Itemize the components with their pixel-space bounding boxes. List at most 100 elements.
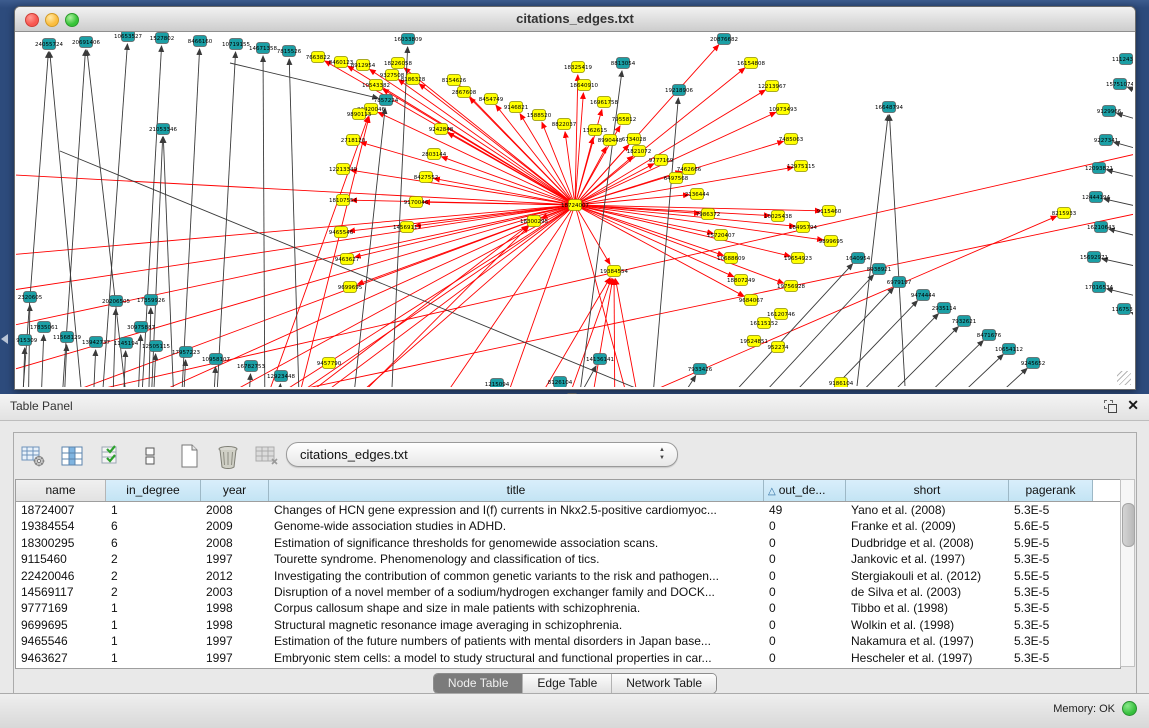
- network-canvas[interactable]: 1872400776638228460123891295418226058932…: [16, 32, 1133, 387]
- table-panel-header: Table Panel ✕: [0, 394, 1149, 421]
- graph-node-label: 8912954: [351, 63, 376, 69]
- graph-node-label: 10653527: [114, 34, 142, 40]
- graph-node-label: 1167533: [1112, 307, 1133, 313]
- table-cell: 5.6E-5: [1009, 518, 1093, 534]
- node-table: namein_degreeyeartitle△out_de...shortpag…: [15, 479, 1121, 669]
- graph-node-label: 8466160: [188, 39, 213, 45]
- table-row[interactable]: 2242004622012Investigating the contribut…: [16, 568, 1120, 584]
- tab-network-table[interactable]: Network Table: [611, 674, 716, 693]
- float-panel-icon[interactable]: [1104, 400, 1117, 413]
- table-row[interactable]: 911546021997Tourette syndrome. Phenomeno…: [16, 551, 1120, 567]
- graph-node-label: 21053346: [149, 127, 177, 133]
- table-cell: 0: [764, 518, 846, 534]
- scrollbar-thumb[interactable]: [1122, 503, 1135, 547]
- table-cell: 2: [106, 551, 201, 567]
- table-cell: 1998: [201, 600, 269, 616]
- graph-node-label: 2718120: [341, 138, 366, 144]
- graph-edge: [575, 112, 776, 205]
- tab-edge-table[interactable]: Edge Table: [522, 674, 611, 693]
- table-cell: 0: [764, 568, 846, 584]
- graph-node-label: 15751074: [1106, 82, 1133, 88]
- table-cell: 6: [106, 518, 201, 534]
- table-cell: 5.3E-5: [1009, 551, 1093, 567]
- window-title: citations_edges.txt: [15, 11, 1135, 26]
- graph-node-label: 7933426: [688, 367, 713, 373]
- graph-node-label: 9474444: [911, 293, 936, 299]
- table-row[interactable]: 946554611997Estimation of the future num…: [16, 633, 1120, 649]
- graph-edge: [263, 56, 265, 387]
- delete-table-icon[interactable]: [215, 443, 241, 469]
- table-row[interactable]: 977716911998Corpus callosum shape and si…: [16, 600, 1120, 616]
- graph-node-label: 20691406: [72, 40, 100, 46]
- graph-node-label: 18640910: [570, 83, 598, 89]
- show-columns-icon[interactable]: [59, 443, 85, 469]
- table-row[interactable]: 1456911722003Disruption of a novel membe…: [16, 584, 1120, 600]
- row-height-icon[interactable]: [137, 443, 163, 469]
- table-cell: Genome-wide association studies in ADHD.: [269, 518, 764, 534]
- column-header-pagerank[interactable]: pagerank: [1009, 480, 1093, 501]
- select-rows-icon[interactable]: [98, 443, 124, 469]
- graph-edge: [1127, 87, 1133, 96]
- graph-edge: [289, 59, 300, 387]
- table-row[interactable]: 1872400712008Changes of HCN gene express…: [16, 502, 1120, 518]
- graph-node-label: 6979197: [887, 280, 912, 286]
- graph-edge: [585, 279, 613, 387]
- graph-node-label: 8215933: [1052, 211, 1077, 217]
- graph-edge: [140, 46, 162, 387]
- column-header-title[interactable]: title: [269, 480, 764, 501]
- graph-node-label: 16033809: [394, 37, 422, 43]
- table-cell: 1: [106, 617, 201, 633]
- column-header-short[interactable]: short: [846, 480, 1009, 501]
- new-table-icon[interactable]: [176, 443, 202, 469]
- window-titlebar[interactable]: citations_edges.txt: [15, 7, 1135, 32]
- graph-node-label: 12923448: [267, 374, 295, 380]
- table-cell: 2012: [201, 568, 269, 584]
- graph-edge: [16, 205, 575, 387]
- table-row[interactable]: 969969511998Structural magnetic resonanc…: [16, 617, 1120, 633]
- graph-node-label: 16120746: [767, 312, 795, 318]
- combo-arrows-icon: ▲▼: [659, 446, 665, 462]
- graph-node-label: 19524851: [740, 339, 768, 345]
- table-scrollbar[interactable]: [1120, 479, 1135, 667]
- import-table-icon[interactable]: [254, 443, 280, 469]
- table-cell: 9465546: [16, 633, 106, 649]
- collapse-panel-arrow-icon[interactable]: [1, 334, 8, 344]
- graph-edge: [794, 314, 938, 387]
- table-cell: 0: [764, 551, 846, 567]
- graph-node-label: 7986372: [696, 212, 721, 218]
- resize-grip[interactable]: [1117, 371, 1131, 385]
- close-panel-icon[interactable]: ✕: [1127, 397, 1139, 414]
- table-cell: 5.3E-5: [1009, 617, 1093, 633]
- table-cell: 0: [764, 584, 846, 600]
- table-row[interactable]: 1830029562008Estimation of significance …: [16, 535, 1120, 551]
- graph-edge: [383, 89, 575, 205]
- graph-edge: [16, 205, 575, 261]
- graph-node-label: 19218906: [665, 88, 693, 94]
- selected-network-name: citations_edges.txt: [300, 447, 408, 462]
- graph-node-label: 12213349: [329, 167, 357, 173]
- tab-node-table[interactable]: Node Table: [434, 674, 523, 693]
- table-cell: 1997: [201, 650, 269, 666]
- graph-edge: [1131, 312, 1133, 321]
- edge-layer: [16, 44, 1133, 387]
- table-row[interactable]: 946362711997Embryonic stem cells: a mode…: [16, 650, 1120, 666]
- table-cell: Changes of HCN gene expression and I(f) …: [269, 502, 764, 518]
- graph-node-label: 19756928: [777, 284, 805, 290]
- graph-edge: [355, 205, 575, 257]
- network-table-selector[interactable]: citations_edges.txt ▲▼: [286, 442, 678, 467]
- graph-node-label: 8471676: [977, 333, 1002, 339]
- graph-edge: [16, 205, 575, 387]
- column-header-name[interactable]: name: [16, 480, 106, 501]
- table-row[interactable]: 1938455462009Genome-wide association stu…: [16, 518, 1120, 534]
- table-cell: 2009: [201, 518, 269, 534]
- memory-status-icon[interactable]: [1122, 701, 1137, 716]
- table-cell: 1: [106, 633, 201, 649]
- column-header-in_degree[interactable]: in_degree: [106, 480, 201, 501]
- graph-node-label: 12505115: [142, 344, 170, 350]
- table-cell: 6: [106, 535, 201, 551]
- graph-node-label: 9146821: [504, 105, 529, 111]
- graph-node-label: 18724007: [561, 203, 589, 209]
- table-options-icon[interactable]: [20, 443, 46, 469]
- column-header-out_de[interactable]: △out_de...: [764, 480, 846, 501]
- column-header-year[interactable]: year: [201, 480, 269, 501]
